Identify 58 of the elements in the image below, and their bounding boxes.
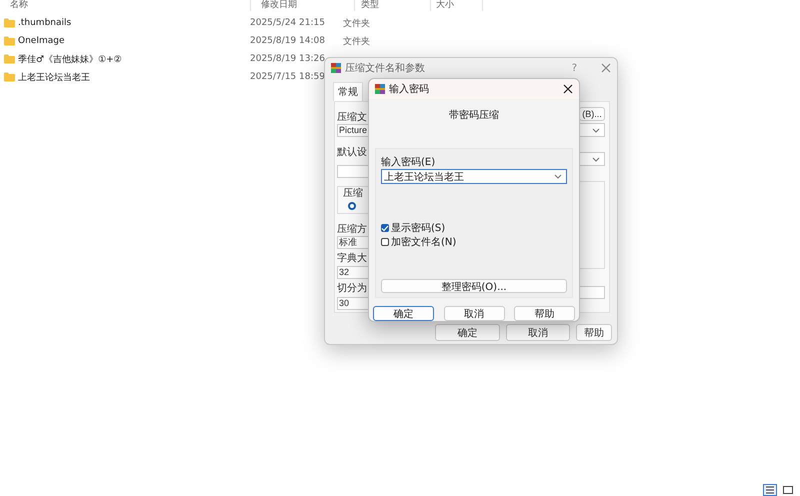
field-label: 压缩文	[337, 111, 368, 124]
field-label: 压缩方	[337, 223, 368, 236]
file-name[interactable]: 季佳♂《吉他妹妹》①+②	[18, 52, 122, 66]
dialog-button[interactable]: 帮助	[576, 324, 612, 341]
checkbox-label[interactable]: 显示密码(S)	[391, 221, 446, 235]
tiles-view-button[interactable]	[781, 484, 795, 496]
tile-icon	[783, 486, 793, 494]
column-header[interactable]: 名称	[0, 0, 250, 11]
tab[interactable]: 常规	[333, 82, 363, 101]
organize-button[interactable]: 整理密码(O)...	[381, 279, 567, 293]
folder-icon	[4, 18, 15, 28]
file-name[interactable]: OneImage	[18, 36, 65, 46]
input-field[interactable]	[579, 286, 605, 299]
field-label: 输入密码(E)	[381, 156, 436, 167]
dialog-button[interactable]: 取消	[506, 324, 570, 341]
file-name[interactable]: .thumbnails	[18, 18, 72, 28]
password-field[interactable]: 上老王论坛当老王	[381, 169, 567, 184]
dialog-button[interactable]: 确定	[373, 306, 434, 321]
group-label: 压缩	[343, 187, 364, 200]
modified-date: 2025/8/19 14:08	[250, 36, 326, 46]
dictionary-field[interactable]: 32	[337, 266, 371, 279]
file-type: 文件夹	[343, 18, 370, 30]
dialog-title: 压缩文件名和参数	[345, 62, 425, 75]
chevron-icon	[592, 156, 600, 162]
modified-date: 2025/5/24 21:15	[250, 18, 326, 28]
close-icon[interactable]	[563, 84, 573, 94]
dropdown[interactable]	[579, 123, 605, 137]
dialog-title: 输入密码	[389, 82, 429, 96]
details-view-button[interactable]	[763, 484, 777, 496]
file-name[interactable]: 上老王论坛当老王	[18, 70, 90, 84]
folder-icon	[4, 36, 15, 46]
file-type: 文件夹	[343, 36, 370, 48]
archiver-icon	[375, 84, 385, 94]
browse-button[interactable]: (B)...	[579, 107, 605, 121]
method-field[interactable]: 标准	[337, 236, 371, 249]
check-icon	[381, 224, 389, 232]
folder-icon	[4, 72, 15, 82]
field-label: 默认设	[337, 146, 368, 159]
modified-date: 2025/8/19 13:26	[250, 54, 326, 64]
dialog-button[interactable]: 确定	[435, 324, 500, 341]
split-field[interactable]: 30	[337, 297, 371, 310]
field-label: 切分为	[337, 282, 368, 295]
checkbox-label[interactable]: 加密文件名(N)	[391, 235, 456, 249]
column-header[interactable]: 修改日期	[250, 0, 354, 11]
chevron-icon	[554, 174, 562, 179]
archive-name-field[interactable]: Picture	[337, 124, 371, 137]
field-label: 字典大	[337, 252, 368, 265]
chevron-icon	[592, 128, 600, 132]
radio-button[interactable]	[348, 202, 356, 210]
dropdown[interactable]	[579, 152, 605, 166]
dialog-button[interactable]: 取消	[444, 306, 504, 321]
archiver-icon	[331, 63, 341, 73]
folder-icon	[4, 54, 15, 64]
checkbox[interactable]	[381, 238, 389, 246]
dialog-heading: 带密码压缩	[449, 110, 499, 121]
dialog-button[interactable]: 帮助	[514, 306, 575, 321]
modified-date: 2025/7/15 18:59	[250, 72, 326, 82]
list-icon	[766, 486, 774, 494]
